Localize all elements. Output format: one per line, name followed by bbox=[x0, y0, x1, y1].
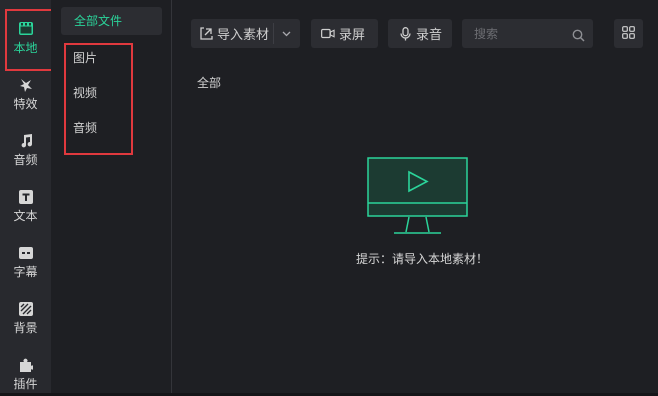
sidebar-item-label: 背景 bbox=[13, 320, 38, 335]
import-material-label: 导入素材 bbox=[217, 28, 270, 43]
section-title: 全部 bbox=[197, 76, 222, 90]
sidebar-item-audio[interactable]: 音频 bbox=[0, 122, 51, 178]
caption-icon bbox=[18, 246, 33, 260]
search-input[interactable] bbox=[462, 19, 567, 48]
category-item-videos[interactable]: 视频 bbox=[73, 84, 97, 101]
search-icon[interactable] bbox=[572, 27, 585, 42]
left-sidebar: 本地 特效 音频 文本 字幕 背景 插件 bbox=[0, 0, 51, 396]
search-box bbox=[462, 19, 593, 48]
grid-icon bbox=[622, 24, 635, 43]
record-screen-button[interactable]: 录屏 bbox=[311, 19, 378, 48]
microphone-icon bbox=[398, 26, 412, 41]
grid-view-button[interactable] bbox=[614, 19, 643, 48]
sidebar-item-label: 特效 bbox=[13, 96, 38, 111]
record-screen-label: 录屏 bbox=[339, 28, 366, 43]
record-audio-label: 录音 bbox=[416, 28, 443, 43]
empty-state-monitor-icon bbox=[367, 157, 468, 235]
film-icon bbox=[18, 22, 33, 36]
import-icon bbox=[199, 27, 213, 41]
sidebar-item-background[interactable]: 背景 bbox=[0, 290, 51, 346]
sidebar-item-local[interactable]: 本地 bbox=[0, 10, 51, 66]
sidebar-item-label: 插件 bbox=[13, 376, 38, 391]
sidebar-item-label: 文本 bbox=[13, 208, 38, 223]
sidebar-item-effects[interactable]: 特效 bbox=[0, 66, 51, 122]
sidebar-item-label: 本地 bbox=[13, 40, 38, 55]
video-camera-icon bbox=[321, 27, 335, 41]
text-icon bbox=[18, 189, 33, 204]
magic-icon bbox=[19, 78, 33, 92]
category-item-images[interactable]: 图片 bbox=[73, 49, 97, 66]
background-icon bbox=[18, 301, 33, 316]
import-material-button[interactable]: 导入素材 bbox=[191, 19, 300, 48]
sidebar-item-subtitle[interactable]: 字幕 bbox=[0, 234, 51, 290]
music-note-icon bbox=[19, 133, 33, 148]
sidebar-item-label: 字幕 bbox=[13, 264, 38, 279]
category-panel: 全部文件 图片 视频 音频 bbox=[51, 0, 172, 396]
category-all-files[interactable]: 全部文件 bbox=[61, 7, 162, 35]
sidebar-item-label: 音频 bbox=[13, 152, 38, 167]
chevron-down-icon[interactable] bbox=[277, 19, 295, 48]
sidebar-item-text[interactable]: 文本 bbox=[0, 178, 51, 234]
import-divider bbox=[273, 23, 274, 44]
category-item-audio[interactable]: 音频 bbox=[73, 119, 97, 136]
sidebar-item-plugins[interactable]: 插件 bbox=[0, 346, 51, 396]
empty-state-hint: 提示：请导入本地素材！ bbox=[356, 252, 489, 266]
record-audio-button[interactable]: 录音 bbox=[388, 19, 452, 48]
puzzle-icon bbox=[19, 358, 33, 372]
